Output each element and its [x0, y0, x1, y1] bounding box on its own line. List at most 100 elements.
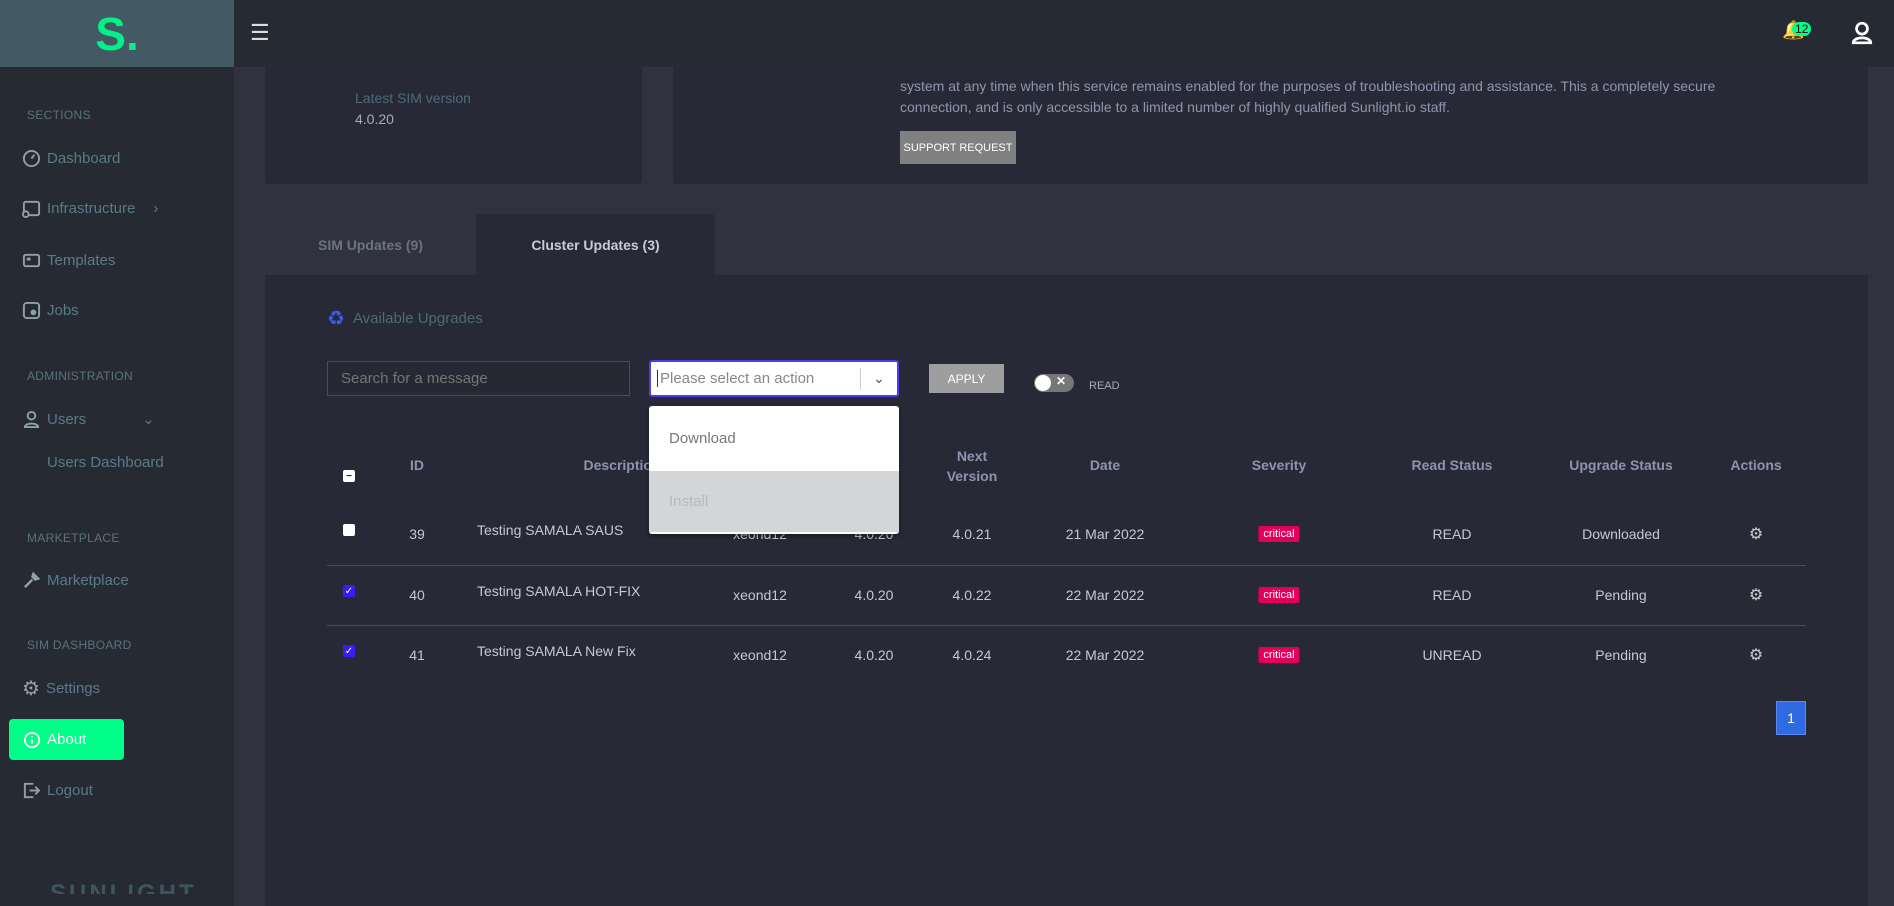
- tools-icon: [24, 571, 41, 588]
- row-divider: [327, 625, 1806, 626]
- cell-next: 4.0.22: [952, 587, 992, 603]
- cell-cluster: xeond12: [733, 587, 787, 603]
- cell-description: Testing SAMALA HOT-FIX: [477, 583, 641, 599]
- cell-description: Testing SAMALA New Fix: [477, 643, 636, 659]
- user-icon: [23, 410, 40, 428]
- toggle-label: READ: [1089, 380, 1120, 392]
- gear-icon[interactable]: ⚙: [1749, 524, 1763, 544]
- info-icon: [23, 731, 41, 748]
- cell-current: 4.0.20: [854, 587, 894, 603]
- sidebar-item-marketplace[interactable]: Marketplace: [22, 567, 129, 593]
- cell-read: UNREAD: [1422, 647, 1482, 663]
- chevron-down-icon: ⌄: [142, 411, 155, 428]
- cell-id: 39: [409, 526, 425, 542]
- chevron-down-icon[interactable]: ⌄: [861, 370, 897, 387]
- section-title: SECTIONS: [27, 108, 91, 122]
- cell-id: 40: [409, 587, 425, 603]
- notification-badge: 12: [1792, 22, 1812, 36]
- read-toggle[interactable]: ✕: [1034, 374, 1074, 392]
- version-label: Latest SIM version: [355, 90, 471, 106]
- cell-read: READ: [1432, 587, 1472, 603]
- close-icon: ✕: [1056, 374, 1067, 388]
- recycle-icon: ♻: [327, 308, 345, 330]
- option-download[interactable]: Download: [649, 406, 899, 471]
- sidebar-item-dashboard[interactable]: Dashboard: [22, 145, 120, 171]
- column-header: Actions: [1730, 457, 1782, 473]
- notifications-button[interactable]: 🔔 12: [1782, 20, 1812, 41]
- support-text-line: connection, and is only accessible to a …: [900, 99, 1450, 115]
- dashboard-icon: [22, 149, 41, 167]
- cell-next: 4.0.24: [952, 647, 992, 663]
- row-checkbox[interactable]: [343, 524, 355, 536]
- support-text: system at any time when this service rem…: [900, 76, 1840, 118]
- cell-next: 4.0.21: [952, 526, 992, 542]
- label: Marketplace: [47, 571, 129, 589]
- panel-title: ♻ Available Upgrades: [327, 306, 483, 331]
- cell-id: 41: [409, 647, 425, 663]
- label: Dashboard: [47, 149, 121, 167]
- page-button[interactable]: 1: [1776, 701, 1806, 735]
- cell-upgrade: Downloaded: [1582, 526, 1660, 542]
- version-card: Latest SIM version 4.0.20: [265, 67, 642, 184]
- label: Settings: [45, 679, 101, 697]
- option-install[interactable]: Install: [649, 471, 899, 532]
- version-value: 4.0.20: [355, 111, 394, 127]
- section-title: ADMINISTRATION: [27, 369, 133, 383]
- sidebar-item-users[interactable]: Users ⌄: [22, 406, 155, 432]
- row-checkbox[interactable]: ✓: [343, 645, 355, 657]
- tab-sim-updates[interactable]: SIM Updates (9): [265, 214, 476, 275]
- template-icon: [22, 253, 41, 267]
- logo[interactable]: S.: [0, 0, 234, 67]
- column-header: Severity: [1251, 457, 1307, 473]
- sidebar-item-logout[interactable]: Logout: [22, 777, 93, 803]
- gear-icon: ⚙: [22, 677, 40, 700]
- sidebar-item-users-dashboard[interactable]: Users Dashboard: [47, 449, 164, 475]
- search-input[interactable]: [327, 361, 630, 396]
- sidebar: S. SECTIONS Dashboard Infrastructure › Te…: [0, 0, 234, 906]
- cast-icon: [22, 200, 41, 218]
- user-profile-icon[interactable]: [1851, 21, 1873, 45]
- row-divider: [327, 565, 1806, 566]
- severity-badge: critical: [1258, 587, 1300, 603]
- cell-date: 22 Mar 2022: [1065, 647, 1145, 663]
- select-placeholder: Please select an action: [657, 370, 860, 387]
- sidebar-item-templates[interactable]: Templates: [22, 247, 115, 273]
- cell-date: 22 Mar 2022: [1065, 587, 1145, 603]
- support-text-line: system at any time when this service rem…: [900, 78, 1716, 94]
- column-header: ID: [410, 457, 424, 473]
- logo-mark: S.: [95, 7, 139, 60]
- jobs-icon: [22, 301, 41, 319]
- label: About: [47, 731, 87, 748]
- sidebar-item-infrastructure[interactable]: Infrastructure ›: [22, 195, 158, 221]
- topbar: ☰ 🔔 12: [234, 0, 1894, 67]
- section-title: SIM DASHBOARD: [27, 638, 132, 652]
- apply-button[interactable]: APPLY: [929, 364, 1004, 393]
- panel-title-text: Available Upgrades: [352, 310, 483, 327]
- severity-badge: critical: [1258, 526, 1300, 542]
- column-header: Date: [1089, 457, 1121, 473]
- sidebar-item-jobs[interactable]: Jobs: [22, 297, 79, 323]
- action-select[interactable]: Please select an action ⌄: [649, 360, 899, 397]
- severity-badge: critical: [1258, 647, 1300, 663]
- label: Infrastructure: [47, 199, 136, 217]
- section-title: MARKETPLACE: [27, 531, 120, 545]
- column-header: Next Version: [946, 448, 998, 484]
- sidebar-item-about[interactable]: About: [9, 719, 124, 760]
- gear-icon[interactable]: ⚙: [1749, 585, 1763, 605]
- cell-date: 21 Mar 2022: [1065, 526, 1145, 542]
- label: Users Dashboard: [47, 453, 164, 471]
- cell-read: READ: [1432, 526, 1472, 542]
- logout-icon: [23, 782, 41, 798]
- gear-icon[interactable]: ⚙: [1749, 645, 1763, 665]
- sidebar-item-settings[interactable]: ⚙ Settings: [22, 675, 100, 701]
- chevron-right-icon: ›: [153, 199, 159, 217]
- row-checkbox[interactable]: ✓: [343, 585, 355, 597]
- cell-cluster: xeond12: [733, 647, 787, 663]
- cell-description: Testing SAMALA SAUS: [477, 522, 624, 538]
- support-request-button[interactable]: SUPPORT REQUEST: [900, 131, 1016, 164]
- cell-upgrade: Pending: [1595, 587, 1647, 603]
- tab-cluster-updates[interactable]: Cluster Updates (3): [476, 214, 715, 275]
- hamburger-menu-icon[interactable]: ☰: [250, 20, 270, 46]
- cell-current: 4.0.20: [854, 647, 894, 663]
- label: Jobs: [47, 301, 79, 319]
